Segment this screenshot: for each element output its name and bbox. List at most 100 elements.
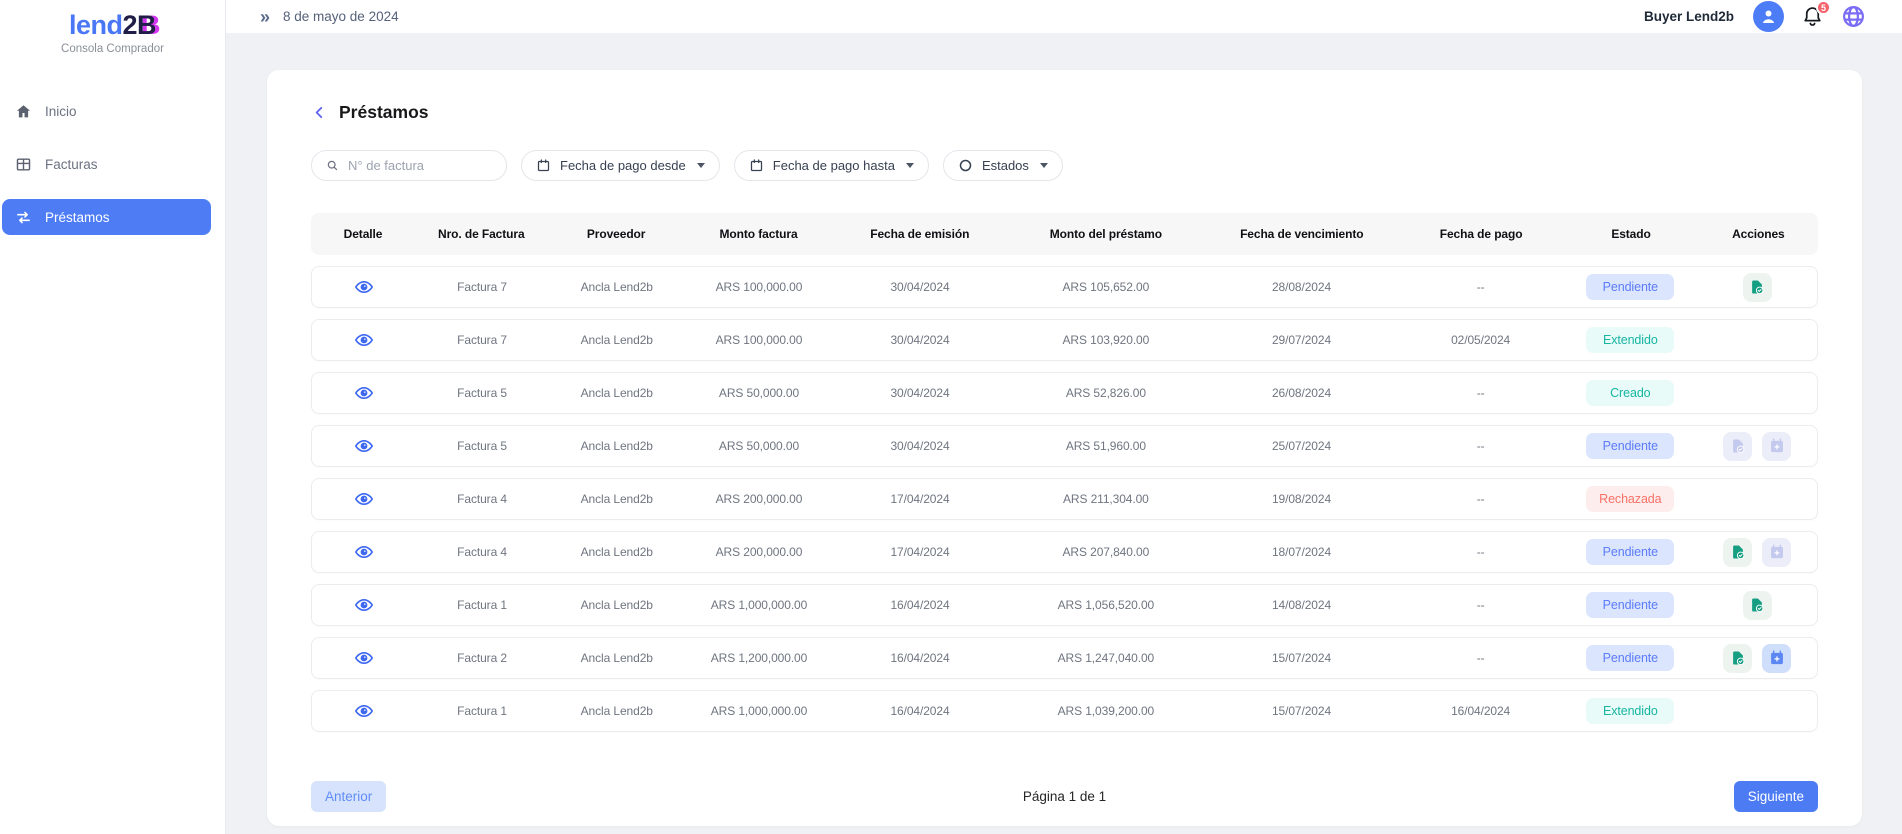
table-row: Factura 4 Ancla Lend2b ARS 200,000.00 17…: [311, 531, 1818, 573]
notifications-button[interactable]: 5: [1801, 5, 1824, 28]
calendar-icon: [749, 158, 764, 173]
chevron-down-icon: [906, 163, 914, 168]
date-to-label: Fecha de pago hasta: [773, 158, 895, 173]
invoice-amount: ARS 50,000.00: [685, 439, 832, 453]
current-date: 8 de mayo de 2024: [283, 9, 399, 24]
chevron-down-icon: [697, 163, 705, 168]
user-name: Buyer Lend2b: [1644, 9, 1734, 24]
status-badge: Pendiente: [1586, 645, 1674, 671]
view-detail-button[interactable]: [354, 595, 374, 615]
logo-2: 2: [122, 10, 137, 40]
due-date: 15/07/2024: [1204, 704, 1398, 718]
loan-amount: ARS 1,039,200.00: [1007, 704, 1204, 718]
due-date: 19/08/2024: [1204, 492, 1398, 506]
invoice-amount: ARS 200,000.00: [685, 492, 832, 506]
loan-amount: ARS 211,304.00: [1007, 492, 1204, 506]
row-actions: [1698, 273, 1817, 302]
title-row: Préstamos: [311, 102, 1818, 123]
user-avatar[interactable]: [1753, 1, 1784, 32]
view-detail-button[interactable]: [354, 383, 374, 403]
view-detail-button[interactable]: [354, 277, 374, 297]
invoice-number: Factura 1: [416, 704, 548, 718]
invoice-amount: ARS 1,000,000.00: [685, 704, 832, 718]
column-header: Detalle: [311, 227, 415, 241]
sidebar-item-inicio[interactable]: Inicio: [2, 93, 211, 129]
search-input[interactable]: [348, 158, 492, 173]
states-label: Estados: [982, 158, 1029, 173]
view-detail-button[interactable]: [354, 436, 374, 456]
payment-date: --: [1399, 545, 1563, 559]
states-filter[interactable]: Estados: [943, 150, 1063, 181]
document-check-action-button[interactable]: [1723, 538, 1752, 567]
swap-arrows-icon: [15, 209, 32, 226]
document-check-action-button[interactable]: [1723, 644, 1752, 673]
document-check-action-button[interactable]: [1743, 591, 1772, 620]
row-actions: [1698, 644, 1817, 673]
issue-date: 16/04/2024: [833, 651, 1008, 665]
row-actions: [1698, 538, 1817, 567]
view-detail-button[interactable]: [354, 701, 374, 721]
invoice-number: Factura 7: [416, 280, 548, 294]
payment-date: --: [1399, 492, 1563, 506]
payment-date: --: [1399, 651, 1563, 665]
table-row: Factura 4 Ancla Lend2b ARS 200,000.00 17…: [311, 478, 1818, 520]
document-check-action-button: [1723, 432, 1752, 461]
table-row: Factura 7 Ancla Lend2b ARS 100,000.00 30…: [311, 266, 1818, 308]
issue-date: 30/04/2024: [833, 439, 1008, 453]
view-detail-button[interactable]: [354, 489, 374, 509]
date-from-filter[interactable]: Fecha de pago desde: [521, 150, 720, 181]
sidebar-item-label: Inicio: [45, 104, 77, 119]
status-circle-icon: [958, 158, 973, 173]
globe-icon: [1841, 4, 1866, 29]
view-detail-button[interactable]: [354, 330, 374, 350]
calendar-plus-action-button: [1762, 432, 1791, 461]
document-check-action-button[interactable]: [1743, 273, 1772, 302]
sidebar-item-label: Préstamos: [45, 210, 110, 225]
document-check-icon: [1730, 650, 1746, 666]
calendar-plus-icon: [1769, 438, 1785, 454]
language-button[interactable]: [1841, 4, 1866, 29]
issue-date: 30/04/2024: [833, 386, 1008, 400]
payment-date: 16/04/2024: [1399, 704, 1563, 718]
date-to-filter[interactable]: Fecha de pago hasta: [734, 150, 929, 181]
date-from-label: Fecha de pago desde: [560, 158, 686, 173]
table-row: Factura 2 Ancla Lend2b ARS 1,200,000.00 …: [311, 637, 1818, 679]
invoice-number: Factura 4: [416, 492, 548, 506]
invoice-amount: ARS 200,000.00: [685, 545, 832, 559]
due-date: 14/08/2024: [1204, 598, 1398, 612]
chevron-down-icon: [1040, 163, 1048, 168]
collapse-sidebar-icon[interactable]: »: [260, 8, 270, 26]
provider: Ancla Lend2b: [548, 651, 685, 665]
document-check-icon: [1749, 597, 1765, 613]
loan-amount: ARS 105,652.00: [1007, 280, 1204, 294]
table-row: Factura 5 Ancla Lend2b ARS 50,000.00 30/…: [311, 425, 1818, 467]
payment-date: --: [1399, 280, 1563, 294]
provider: Ancla Lend2b: [548, 492, 685, 506]
column-header: Acciones: [1699, 227, 1818, 241]
document-check-icon: [1730, 438, 1746, 454]
status-badge: Extendido: [1586, 698, 1674, 724]
column-header: Monto factura: [685, 227, 833, 241]
due-date: 29/07/2024: [1204, 333, 1398, 347]
provider: Ancla Lend2b: [548, 598, 685, 612]
page-info: Página 1 de 1: [311, 789, 1818, 804]
back-chevron-icon[interactable]: [311, 104, 328, 121]
status-badge: Pendiente: [1586, 539, 1674, 565]
loan-amount: ARS 1,056,520.00: [1007, 598, 1204, 612]
invoice-search[interactable]: [311, 150, 507, 181]
sidebar-item-facturas[interactable]: Facturas: [2, 146, 211, 182]
view-detail-button[interactable]: [354, 542, 374, 562]
view-detail-button[interactable]: [354, 648, 374, 668]
calendar-plus-action-button[interactable]: [1762, 644, 1791, 673]
next-page-button[interactable]: Siguiente: [1734, 781, 1818, 812]
sidebar-item-prestamos[interactable]: Préstamos: [2, 199, 211, 235]
invoice-amount: ARS 100,000.00: [685, 280, 832, 294]
column-header: Monto del préstamo: [1007, 227, 1204, 241]
loan-amount: ARS 207,840.00: [1007, 545, 1204, 559]
issue-date: 17/04/2024: [833, 492, 1008, 506]
filters-bar: Fecha de pago desde Fecha de pago hasta …: [311, 150, 1818, 181]
status-badge: Rechazada: [1586, 486, 1674, 512]
home-icon: [15, 103, 32, 120]
column-header: Fecha de vencimiento: [1205, 227, 1399, 241]
column-header: Proveedor: [548, 227, 685, 241]
